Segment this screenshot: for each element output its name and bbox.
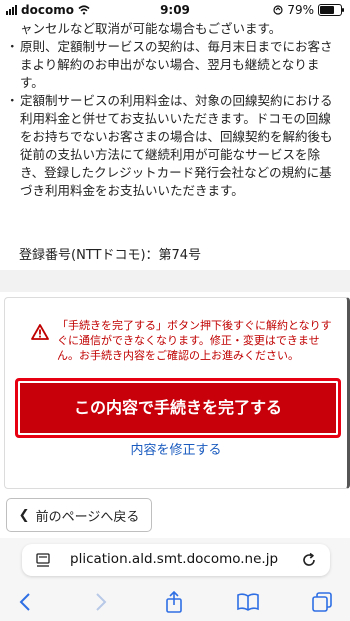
back-page-label: 前のページへ戻る: [35, 509, 140, 525]
address-bar-area: plication.ald.smt.docomo.ne.jp: [0, 538, 350, 582]
share-icon[interactable]: [162, 590, 186, 614]
edit-content-link[interactable]: 内容を修正する: [5, 439, 347, 458]
back-arrow-icon[interactable]: [14, 590, 38, 614]
forward-arrow-icon[interactable]: [88, 590, 112, 614]
terms-item-fee: 定額制サービスの利用料金は、対象の回線契約における利用料金と併せてお支払いいただ…: [6, 92, 338, 200]
alert-text: 「手続きを完了する」ボタン押下後すぐに解約となりすぐに通信ができなくなります。修…: [57, 319, 332, 362]
registration-number: 登録番号(NTTドコモ)：第74号: [19, 248, 202, 263]
bookmarks-icon[interactable]: [236, 590, 260, 614]
complete-procedure-button[interactable]: この内容で手続きを完了する: [15, 378, 341, 438]
terms-section: ャンセルなど取消が可能な場合もございます。 原則、定額制サービスの契約は、毎月末…: [6, 6, 338, 200]
url-text: plication.ald.smt.docomo.ne.jp: [70, 551, 279, 567]
back-page-button[interactable]: ❮ 前のページへ戻る: [6, 498, 152, 532]
browser-toolbar: [0, 582, 350, 621]
terms-item-monthly: 原則、定額制サービスの契約は、毎月末日までにお客さまより解約のお申出がない場合、…: [6, 38, 338, 92]
alert-message: 「手続きを完了する」ボタン押下後すぐに解約となりすぐに通信ができなくなります。修…: [31, 318, 341, 363]
terms-cut-line: [8, 6, 338, 20]
reload-icon[interactable]: [300, 551, 318, 569]
tabs-icon[interactable]: [310, 590, 334, 614]
page-settings-icon[interactable]: [36, 553, 50, 567]
address-bar[interactable]: plication.ald.smt.docomo.ne.jp: [22, 544, 330, 576]
terms-continuation: ャンセルなど取消が可能な場合もございます。: [20, 21, 282, 36]
confirmation-card: 「手続きを完了する」ボタン押下後すぐに解約となりすぐに通信ができなくなります。修…: [4, 297, 350, 489]
chevron-left-icon: ❮: [18, 507, 30, 523]
warning-triangle-icon: [31, 324, 49, 340]
section-divider: [0, 270, 350, 292]
